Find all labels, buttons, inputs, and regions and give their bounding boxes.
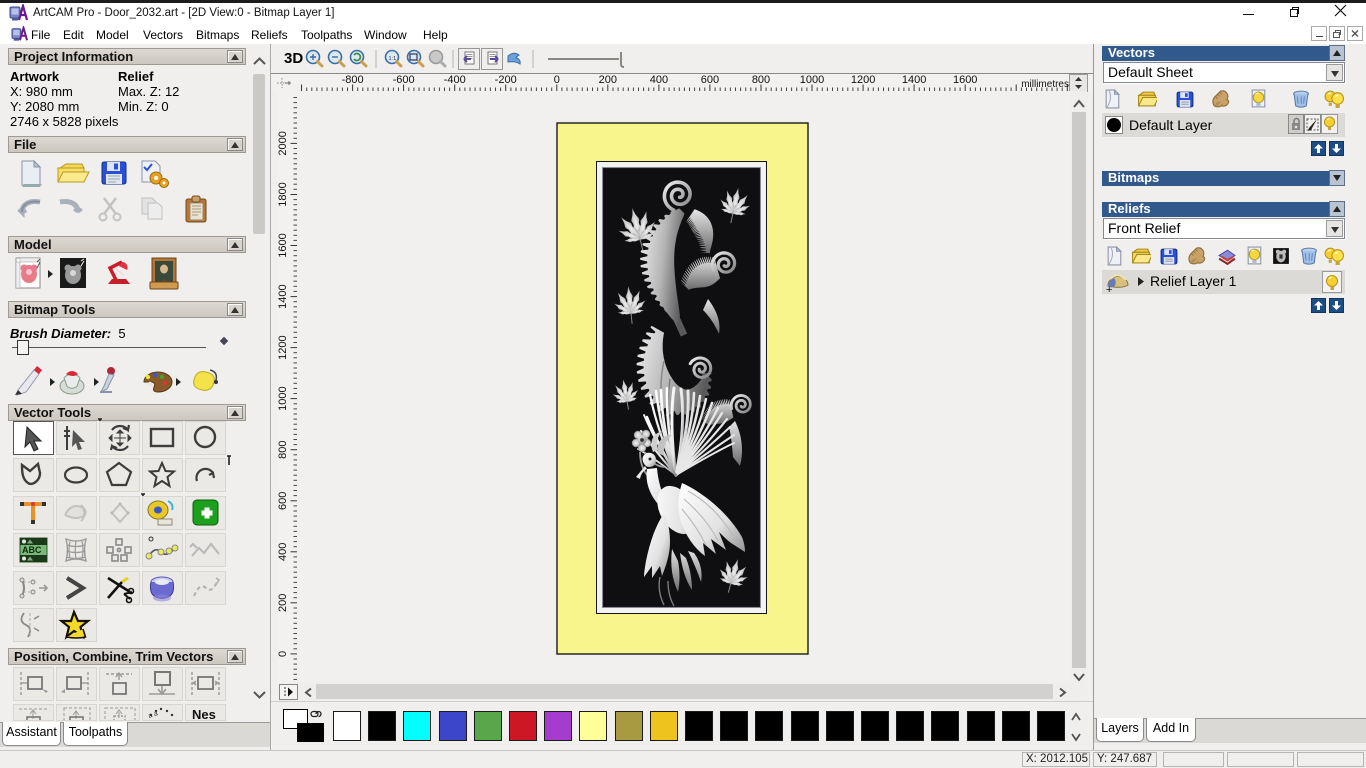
svg-text:1600: 1600: [277, 233, 289, 257]
svg-text:400: 400: [277, 543, 289, 561]
svg-text:1800: 1800: [277, 182, 289, 206]
svg-text:millimetres: millimetres: [1021, 79, 1069, 90]
svg-text:600: 600: [701, 74, 719, 86]
svg-text:a a: a a: [147, 710, 159, 720]
svg-text:1:1: 1:1: [389, 56, 397, 62]
svg-text:1000: 1000: [800, 74, 824, 86]
svg-text:-800: -800: [342, 74, 364, 86]
svg-text:-200: -200: [495, 74, 517, 86]
svg-text:1200: 1200: [851, 74, 875, 86]
svg-text:1000: 1000: [277, 386, 289, 410]
svg-text:-600: -600: [393, 74, 415, 86]
svg-text:+: +: [1106, 284, 1112, 294]
svg-text:0: 0: [554, 74, 560, 86]
svg-text:2000: 2000: [277, 131, 289, 155]
svg-text:200: 200: [599, 74, 617, 86]
svg-text:800: 800: [277, 441, 289, 459]
svg-text:ABC: ABC: [22, 545, 42, 555]
svg-text:600: 600: [277, 492, 289, 510]
svg-text:800: 800: [752, 74, 770, 86]
svg-text:400: 400: [650, 74, 668, 86]
svg-text:200: 200: [277, 594, 289, 612]
svg-text:Nes: Nes: [192, 707, 216, 721]
svg-text:1200: 1200: [277, 335, 289, 359]
svg-text:-400: -400: [444, 74, 466, 86]
svg-text:1600: 1600: [953, 74, 977, 86]
svg-text:0: 0: [277, 651, 289, 657]
svg-text:1400: 1400: [902, 74, 926, 86]
svg-text:1400: 1400: [277, 284, 289, 308]
